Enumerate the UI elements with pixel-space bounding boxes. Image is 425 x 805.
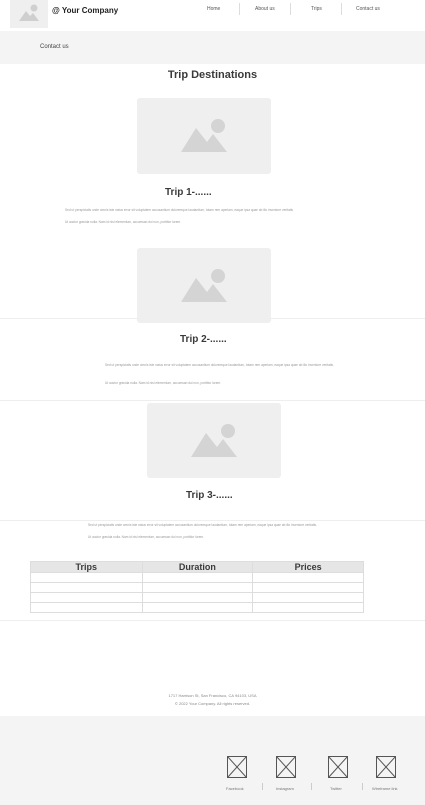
- facebook-icon[interactable]: [227, 756, 247, 778]
- trip-2-image: [137, 248, 271, 323]
- twitter-icon[interactable]: [328, 756, 348, 778]
- brand-name[interactable]: @ Your Company: [52, 6, 118, 15]
- image-placeholder-icon: [181, 268, 227, 302]
- trip-2-note: Ut auctor gravida nulla. Nam id nisl ele…: [105, 381, 222, 385]
- facebook-link[interactable]: Facebook: [226, 786, 244, 791]
- table-row: [30, 582, 364, 593]
- footer-separator: [311, 783, 312, 790]
- instagram-link[interactable]: Instagram: [276, 786, 294, 791]
- table-header-duration: Duration: [141, 561, 254, 573]
- section-divider: [0, 620, 425, 621]
- table-cell: [30, 582, 143, 593]
- nav-trips[interactable]: Trips: [311, 6, 322, 12]
- nav-separator: [290, 3, 291, 15]
- trip-1-image: [137, 98, 271, 174]
- table-header-trips: Trips: [30, 561, 143, 573]
- image-placeholder-icon: [181, 119, 227, 152]
- trip-3-description: Sed ut perspiciatis unde omnis iste natu…: [88, 523, 317, 527]
- trip-1-description: Sed ut perspiciatis unde omnis iste natu…: [65, 208, 294, 212]
- footer-copyright: © 2022 Your Company. All rights reserved…: [174, 701, 251, 706]
- table-cell: [252, 572, 364, 583]
- footer-separator: [262, 783, 263, 790]
- trips-table: Trips Duration Prices: [30, 561, 364, 613]
- twitter-link[interactable]: Twitter: [330, 786, 342, 791]
- footer-separator: [362, 783, 363, 790]
- trip-3-title: Trip 3-......: [186, 490, 233, 501]
- page-title: Trip Destinations: [167, 69, 258, 81]
- table-cell: [30, 602, 143, 613]
- table-cell: [252, 602, 364, 613]
- trip-1-note: Ut auctor gravida nulla. Nam id nisl ele…: [65, 220, 182, 224]
- table-cell: [30, 572, 143, 583]
- image-placeholder-icon: [19, 4, 39, 21]
- section-divider: [0, 520, 425, 521]
- table-cell: [141, 602, 254, 613]
- trip-3-note: Ut auctor gravida nulla. Nam id nisl ele…: [88, 535, 205, 539]
- table-cell: [252, 582, 364, 593]
- table-cell: [141, 582, 254, 593]
- trip-2-description: Sed ut perspiciatis unde omnis iste natu…: [105, 363, 334, 367]
- table-row: [30, 602, 364, 613]
- table-cell: [141, 592, 254, 603]
- wireframe-link[interactable]: Wireframe link: [372, 786, 398, 791]
- instagram-icon[interactable]: [276, 756, 296, 778]
- footer-address: 1717 Harrison St, San Francisco, CA 9410…: [168, 693, 257, 698]
- table-cell: [252, 592, 364, 603]
- wireframe-link-icon[interactable]: [376, 756, 396, 778]
- contact-band-label[interactable]: Contact us: [40, 44, 69, 50]
- nav-home[interactable]: Home: [207, 6, 220, 12]
- table-row: [30, 592, 364, 603]
- table-cell: [30, 592, 143, 603]
- image-placeholder-icon: [191, 423, 237, 457]
- trip-1-title: Trip 1-......: [165, 187, 212, 198]
- section-divider: [0, 400, 425, 401]
- trip-2-title: Trip 2-......: [180, 334, 227, 345]
- table-header-prices: Prices: [252, 561, 364, 573]
- logo-placeholder: [10, 0, 48, 28]
- nav-separator: [239, 3, 240, 15]
- nav-contact-us[interactable]: Contact us: [356, 6, 380, 12]
- table-row: [30, 572, 364, 583]
- nav-separator: [341, 3, 342, 15]
- nav-about-us[interactable]: About us: [255, 6, 275, 12]
- footer-band: [0, 716, 425, 805]
- table-cell: [141, 572, 254, 583]
- footer-address-block: 1717 Harrison St, San Francisco, CA 9410…: [0, 692, 425, 708]
- trip-3-image: [147, 403, 281, 478]
- table-header-row: Trips Duration Prices: [30, 561, 364, 573]
- section-divider: [0, 318, 425, 319]
